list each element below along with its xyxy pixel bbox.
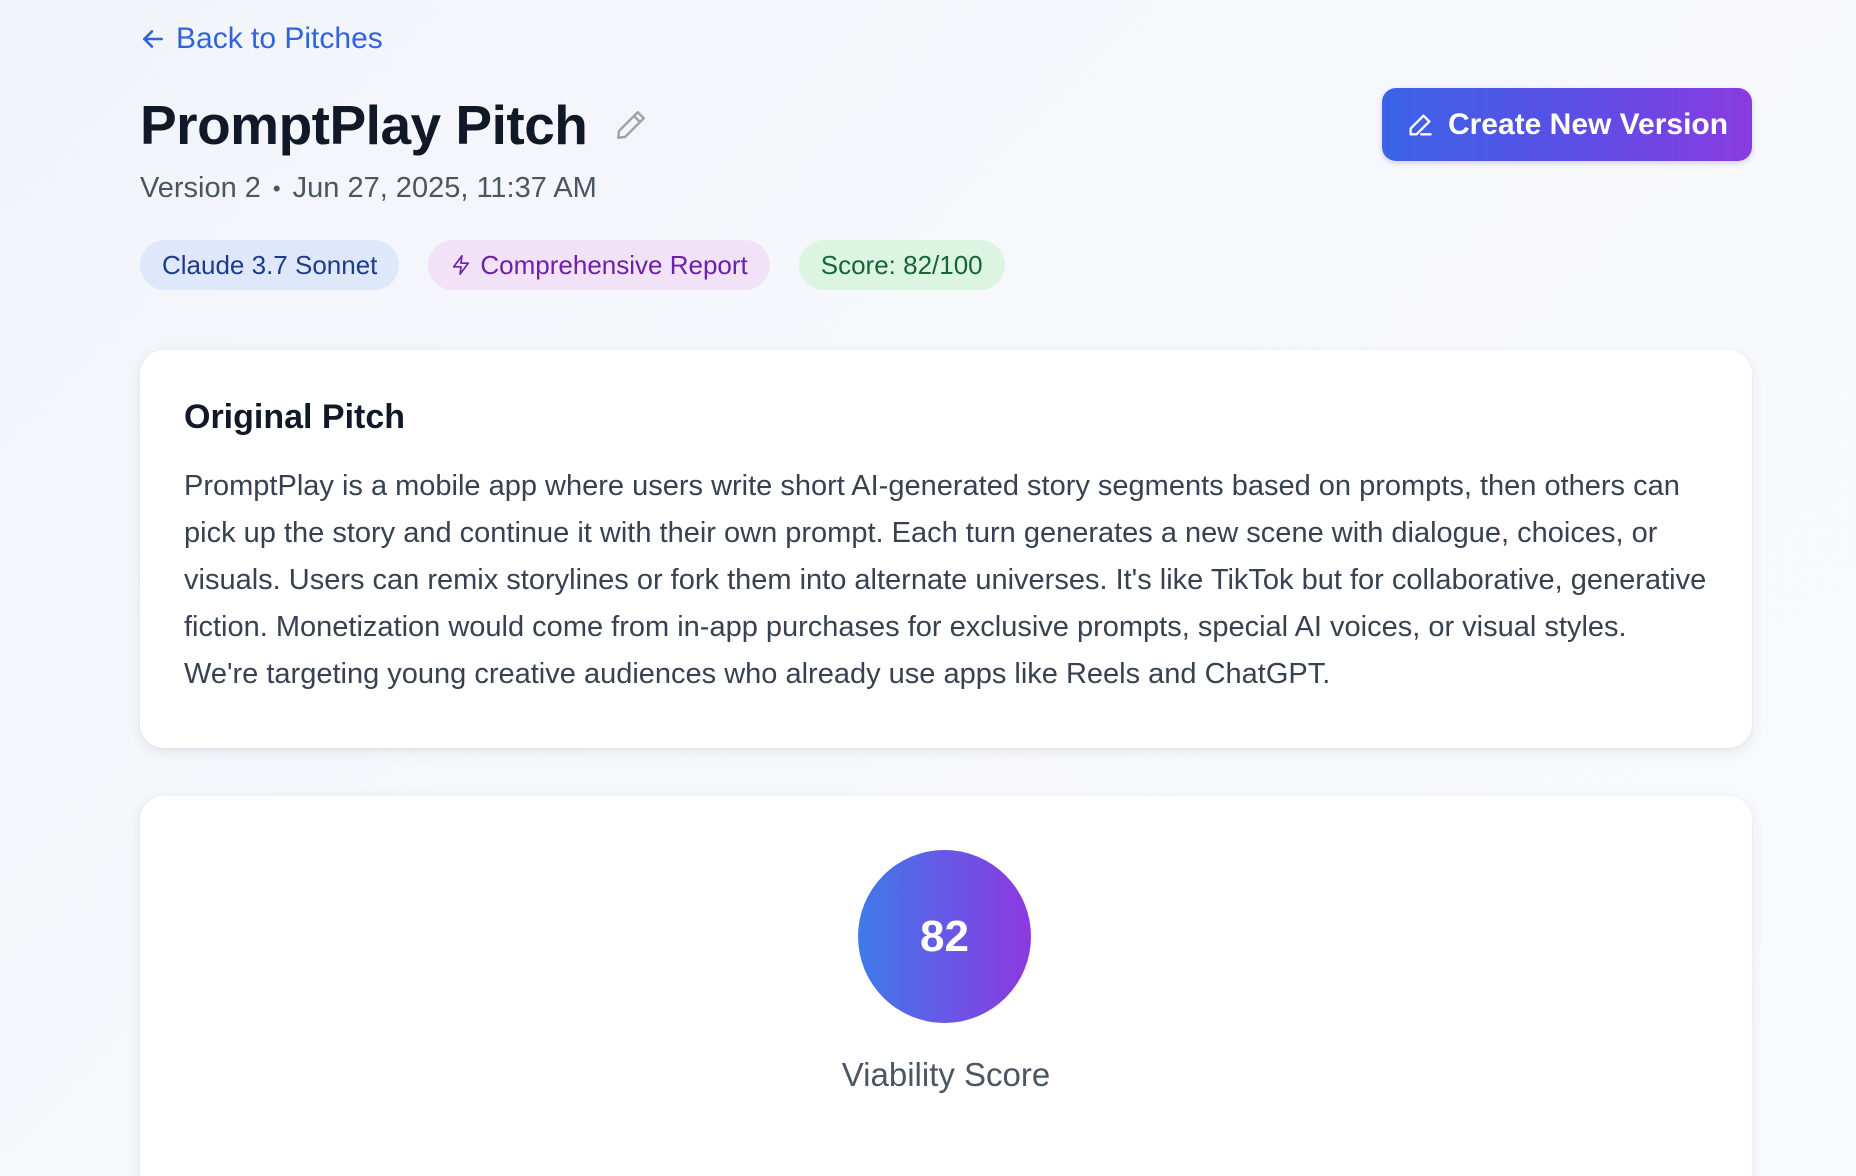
- version-label: Version 2: [140, 172, 261, 204]
- back-link-label: Back to Pitches: [176, 22, 383, 55]
- title-row: PromptPlay Pitch: [140, 92, 651, 158]
- pencil-icon: [617, 111, 646, 139]
- badge-row: Claude 3.7 Sonnet Comprehensive Report S…: [140, 240, 1005, 290]
- model-badge: Claude 3.7 Sonnet: [140, 240, 400, 290]
- page-title: PromptPlay Pitch: [140, 94, 588, 156]
- pitch-detail-page: Back to Pitches PromptPlay Pitch Create …: [140, 0, 1752, 1176]
- viability-score-label: Viability Score: [841, 1056, 1051, 1093]
- report-badge-label: Comprehensive Report: [480, 249, 748, 280]
- create-button-label: Create New Version: [1447, 107, 1729, 141]
- create-new-version-button[interactable]: Create New Version: [1382, 88, 1752, 161]
- lightning-icon: [453, 255, 470, 275]
- version-meta: Version 2 • Jun 27, 2025, 11:37 AM: [140, 172, 597, 205]
- report-type-badge: Comprehensive Report: [428, 240, 770, 290]
- meta-separator: •: [272, 175, 281, 201]
- pen-icon: [1409, 114, 1432, 135]
- back-to-pitches-link[interactable]: Back to Pitches: [140, 22, 383, 56]
- viability-score-card: 82 Viability Score: [140, 796, 1752, 1176]
- model-badge-label: Claude 3.7 Sonnet: [162, 249, 378, 280]
- score-badge: Score: 82/100: [798, 240, 1005, 290]
- viability-score-value: 82: [920, 911, 969, 961]
- version-timestamp: Jun 27, 2025, 11:37 AM: [292, 172, 597, 204]
- original-pitch-heading: Original Pitch: [184, 398, 406, 436]
- viability-score-circle: 82: [858, 850, 1031, 1023]
- score-badge-label: Score: 82/100: [820, 249, 983, 280]
- original-pitch-card: Original Pitch PromptPlay is a mobile ap…: [140, 350, 1752, 748]
- original-pitch-text: PromptPlay is a mobile app where users w…: [184, 470, 1707, 690]
- edit-title-button[interactable]: [611, 105, 651, 145]
- arrow-left-icon: [143, 30, 163, 48]
